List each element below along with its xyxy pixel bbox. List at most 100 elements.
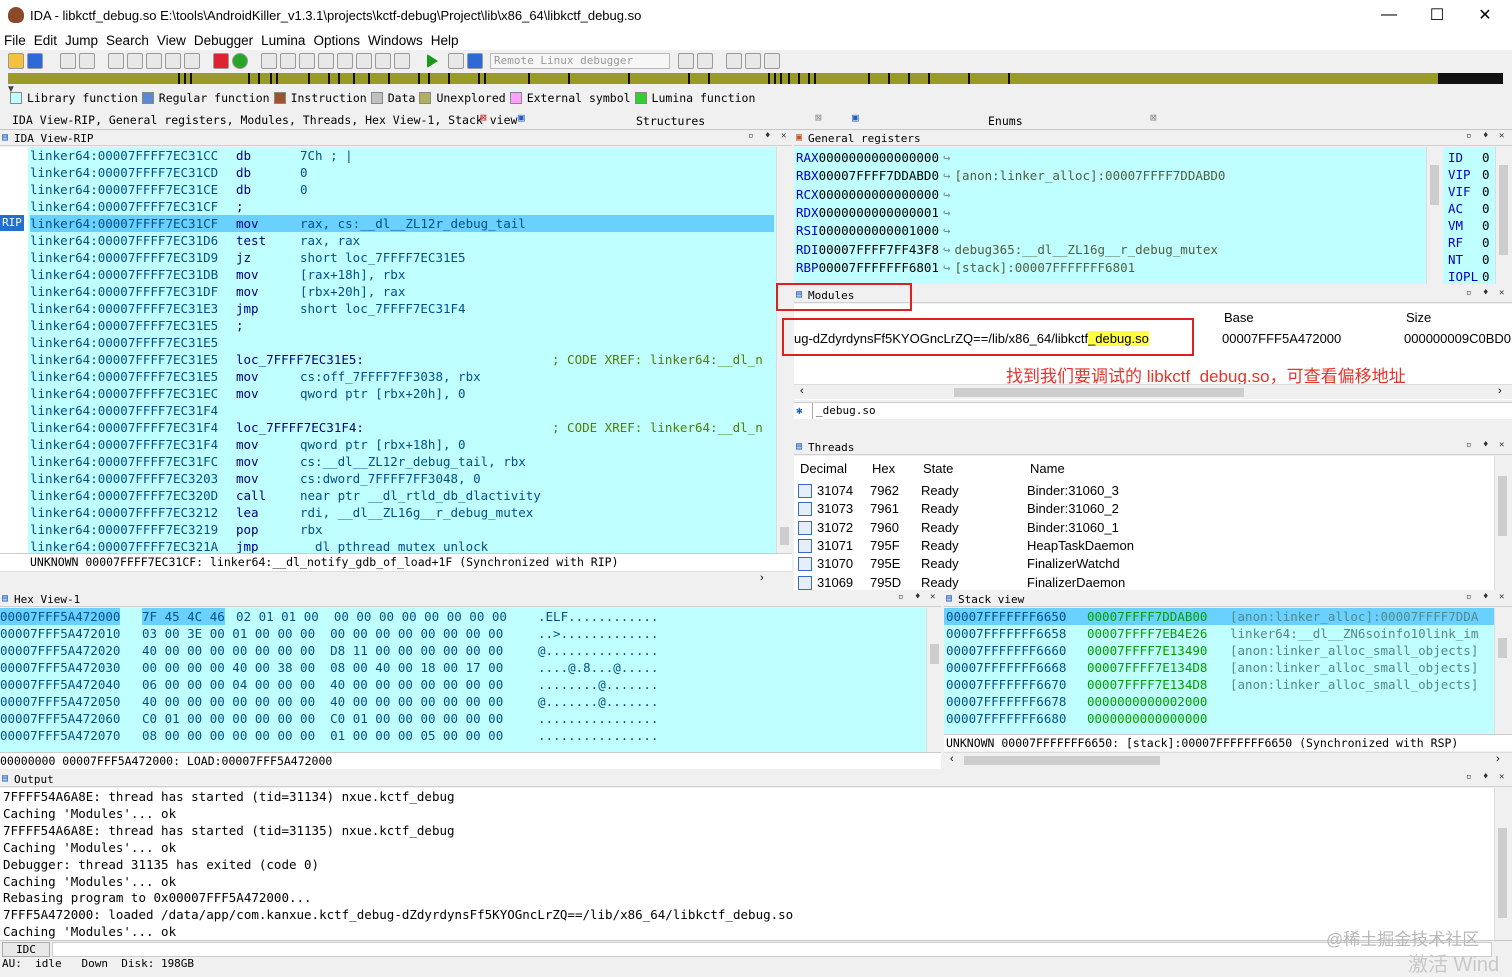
menu-edit[interactable]: Edit [34, 33, 57, 48]
thread-state[interactable]: Ready [921, 519, 959, 537]
hex-close-icon[interactable]: ✕ [930, 592, 935, 602]
hex-row[interactable]: 00007FFF5A472050 40 00 00 00 00 00 00 00 … [0, 693, 926, 710]
refresh-icon[interactable] [697, 53, 713, 69]
thread-state[interactable]: Ready [921, 500, 959, 518]
modules-restore-icon[interactable]: ▫ [1466, 288, 1471, 298]
close-button[interactable]: ✕ [1462, 0, 1508, 30]
modules-col-base[interactable]: Base [1224, 310, 1254, 325]
hex-row[interactable]: 00007FFF5A472010 03 00 3E 00 01 00 00 00 … [0, 625, 926, 642]
jump-arrow-icon[interactable]: ↪ [943, 242, 951, 257]
down-arrow-icon[interactable] [165, 53, 181, 69]
start-debug-play-icon[interactable] [427, 54, 445, 68]
attach-icon[interactable] [678, 53, 694, 69]
ida-view-pin-icon[interactable]: ♦ [765, 131, 770, 141]
idc-language-button[interactable]: IDC [2, 942, 50, 957]
stack-hscroll[interactable]: ‹ › [944, 752, 1512, 768]
hex-selected-bytes[interactable]: 7F 45 4C 46 [142, 608, 225, 625]
registers-pin-icon[interactable]: ♦ [1483, 131, 1488, 141]
thread-decimal[interactable]: 31069 [817, 574, 853, 592]
flag-row[interactable]: VM 0 [1448, 217, 1490, 234]
green-circle-icon[interactable] [232, 53, 248, 69]
text-search-icon[interactable] [146, 53, 162, 69]
structures-close-icon[interactable]: ⊠ [815, 111, 822, 124]
hex-restore-icon[interactable]: ▫ [898, 592, 903, 602]
warning-icon[interactable] [213, 53, 229, 69]
jump-arrow-icon[interactable]: ↪ [943, 260, 951, 275]
flag-row[interactable]: IOPL 0 [1448, 268, 1490, 285]
flag-row[interactable]: NT 0 [1448, 251, 1490, 268]
register-row[interactable]: RDI00007FFFF7FF43F8 ↪ debug365:__dl__ZL16g… [796, 241, 1218, 259]
disassembly-line[interactable]: linker64:00007FFFF7EC31CC db 7Ch ; | [30, 147, 774, 164]
threads-col-decimal[interactable]: Decimal [800, 460, 847, 478]
stack-row[interactable]: 00007FFFFFFF6658 00007FFFF7EB4E26 linker64… [944, 625, 1494, 642]
flag-row[interactable]: VIF 0 [1448, 183, 1490, 200]
registers-restore-icon[interactable]: ▫ [1466, 131, 1471, 141]
idc-command-input[interactable] [52, 942, 1492, 957]
threads-vscroll[interactable] [1494, 456, 1509, 590]
threads-col-hex[interactable]: Hex [872, 460, 895, 478]
save-icon[interactable] [27, 53, 43, 69]
back-arrow-icon[interactable] [60, 53, 76, 69]
disassembly-line[interactable]: linker64:00007FFFF7EC321A jmp __dl_pthread… [30, 538, 774, 553]
disassembly-line[interactable]: linker64:00007FFFF7EC31D6 test rax, rax [30, 232, 774, 249]
edit-icon[interactable] [375, 53, 391, 69]
flag-row[interactable]: RF 0 [1448, 234, 1490, 251]
hex-pin-icon[interactable]: ♦ [915, 592, 920, 602]
thread-decimal[interactable]: 31074 [817, 482, 853, 500]
disassembly-line[interactable]: linker64:00007FFFF7EC31E5; [30, 317, 774, 334]
registers-vscroll[interactable] [1426, 147, 1441, 284]
thread-decimal[interactable]: 31071 [817, 537, 853, 555]
thread-name[interactable]: Binder:31060_3 [1027, 482, 1119, 500]
disassembly-line[interactable]: linker64:00007FFFF7EC31E5 mov cs:off_7FFFF… [30, 368, 774, 385]
stack-restore-icon[interactable]: ▫ [1466, 592, 1471, 602]
thread-hex[interactable]: 795F [870, 537, 900, 555]
flags-vscroll[interactable] [1495, 147, 1510, 284]
stack-pane[interactable]: 00007FFFFFFF6650 00007FFFF7DDAB00 [anon:li… [944, 608, 1494, 734]
thread-name[interactable]: Binder:31060_1 [1027, 519, 1119, 537]
output-vscroll[interactable] [1494, 788, 1509, 940]
jump-arrow-icon[interactable]: ↪ [943, 150, 951, 165]
forward-arrow-icon[interactable] [79, 53, 95, 69]
register-row[interactable]: RAX0000000000000000 ↪ [796, 149, 955, 167]
stack-row[interactable]: 00007FFFFFFF6668 00007FFFF7E134D8 [anon:li… [944, 659, 1494, 676]
modules-pin-icon[interactable]: ♦ [1483, 288, 1488, 298]
menu-jump[interactable]: Jump [65, 33, 98, 48]
disassembly-line[interactable]: linker64:00007FFFF7EC31E5 [30, 334, 774, 351]
ida-view-close-icon[interactable]: ✕ [781, 131, 786, 141]
menu-lumina[interactable]: Lumina [261, 33, 305, 48]
stack-row[interactable]: 00007FFFFFFF6678 0000000000002000 [944, 693, 1494, 710]
tools-icon[interactable] [764, 53, 780, 69]
disassembly-line[interactable]: linker64:00007FFFF7EC320D call near ptr __… [30, 487, 774, 504]
menu-search[interactable]: Search [106, 33, 149, 48]
code-icon[interactable] [261, 53, 277, 69]
hex-row[interactable]: 00007FFF5A472070 08 00 00 00 00 00 00 00 … [0, 727, 926, 744]
flag-row[interactable]: ID 0 [1448, 149, 1490, 166]
hex-row[interactable]: 00007FFF5A472000 7F 45 4C 46 02 01 01 00 0… [0, 608, 926, 625]
output-pin-icon[interactable]: ♦ [1483, 772, 1488, 782]
cross-ref-icon[interactable] [356, 53, 372, 69]
stack-row[interactable]: 00007FFFFFFF6660 00007FFFF7E13490 [anon:li… [944, 642, 1494, 659]
stack-close-icon[interactable]: ✕ [1499, 592, 1504, 602]
disassembly-line[interactable]: linker64:00007FFFF7EC31F4 loc_7FFFF7EC31F… [30, 419, 774, 436]
disassembly-line[interactable]: linker64:00007FFFF7EC31FC mov cs:__dl__ZL1… [30, 453, 774, 470]
thread-name[interactable]: FinalizerWatchd [1027, 555, 1120, 573]
disassembly-line[interactable]: linker64:00007FFFF7EC3212 lea rdi, __dl__Z… [30, 504, 774, 521]
jump-arrow-icon[interactable]: ↪ [943, 168, 951, 183]
hex-icon[interactable] [127, 53, 143, 69]
menu-debugger[interactable]: Debugger [194, 33, 253, 48]
disassembly-line[interactable]: linker64:00007FFFF7EC31D9 jz short loc_7FF… [30, 249, 774, 266]
thread-decimal[interactable]: 31073 [817, 500, 853, 518]
enums-close-icon[interactable]: ⊠ [1150, 111, 1157, 124]
disassembly-hscroll[interactable]: › [0, 571, 792, 588]
debugger-select[interactable]: Remote Linux debugger [490, 53, 670, 69]
threads-pin-icon[interactable]: ♦ [1483, 440, 1488, 450]
output-pane[interactable]: 7FFFF54A6A8E: thread has started (tid=31… [0, 788, 1494, 940]
trace-icon[interactable] [745, 53, 761, 69]
disassembly-line[interactable]: linker64:00007FFFF7EC31CE db 0 [30, 181, 774, 198]
disassembly-pane[interactable]: linker64:00007FFFF7EC31CC db 7Ch ; | linker… [0, 147, 776, 553]
modules-col-size[interactable]: Size [1406, 310, 1431, 325]
disassembly-line[interactable]: linker64:00007FFFF7EC31F4 [30, 402, 774, 419]
disassembly-line[interactable]: linker64:00007FFFF7EC31E3 jmp short loc_7F… [30, 300, 774, 317]
hex-vscroll[interactable] [926, 608, 941, 752]
menu-options[interactable]: Options [313, 33, 360, 48]
